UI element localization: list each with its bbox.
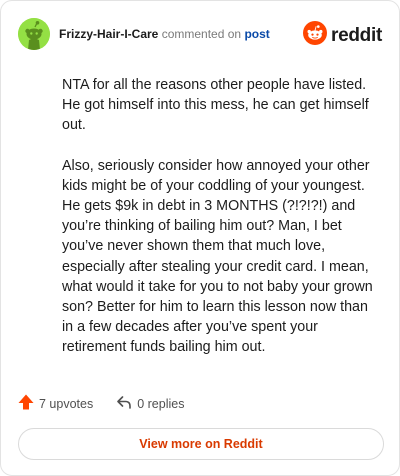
replies-button[interactable]: 0 replies (115, 393, 184, 414)
action-text: commented on (161, 27, 242, 41)
reddit-brand[interactable]: reddit (303, 21, 382, 50)
reddit-wordmark: reddit (331, 24, 382, 46)
comment-body: NTA for all the reasons other people hav… (62, 75, 382, 378)
upvote-arrow-icon (17, 393, 35, 414)
comment-header: Frizzy-Hair-I-Care commented on post (18, 18, 270, 50)
username-link[interactable]: Frizzy-Hair-I-Care (59, 27, 158, 41)
replies-count: 0 replies (137, 396, 185, 411)
reddit-logo-icon (303, 21, 328, 50)
comment-meta: Frizzy-Hair-I-Care commented on post (59, 27, 270, 41)
comment-paragraph-1: NTA for all the reasons other people hav… (62, 77, 369, 134)
post-link[interactable]: post (244, 27, 269, 41)
comment-paragraph-2: Also, seriously consider how annoyed you… (62, 157, 373, 356)
snoo-avatar-icon[interactable] (18, 18, 50, 50)
comment-footer: 7 upvotes 0 replies (17, 393, 184, 414)
upvotes-count: 7 upvotes (39, 396, 94, 411)
view-more-on-reddit-button[interactable]: View more on Reddit (18, 428, 384, 460)
comment-embed-card: Frizzy-Hair-I-Care commented on post red… (0, 0, 400, 476)
reply-arrow-icon (115, 393, 133, 414)
upvotes-button[interactable]: 7 upvotes (17, 393, 93, 414)
